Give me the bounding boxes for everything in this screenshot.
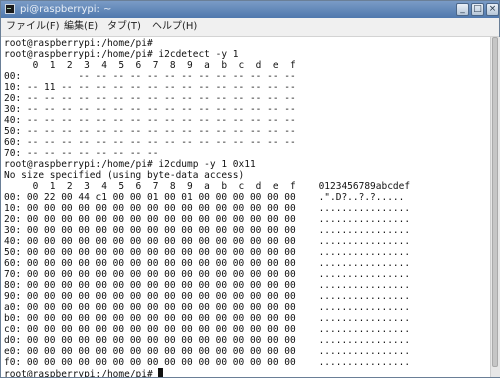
terminal-line: 10: -- 11 -- -- -- -- -- -- -- -- -- -- … — [4, 82, 296, 93]
terminal-line: d0: 00 00 00 00 00 00 00 00 00 00 00 00 … — [4, 335, 411, 346]
menu-tab[interactable]: タブ(T) — [105, 18, 143, 36]
text-cursor — [158, 368, 164, 377]
terminal-line: b0: 00 00 00 00 00 00 00 00 00 00 00 00 … — [4, 313, 411, 324]
terminal-line: 70: 00 00 00 00 00 00 00 00 00 00 00 00 … — [4, 269, 411, 280]
terminal-line: 40: -- -- -- -- -- -- -- -- -- -- -- -- … — [4, 115, 296, 126]
terminal-app-icon — [5, 4, 15, 14]
scrollbar-thumb[interactable] — [492, 37, 498, 367]
menu-file[interactable]: ファイル(F) — [4, 18, 62, 36]
menu-help[interactable]: ヘルプ(H) — [150, 18, 199, 36]
terminal-prompt: root@raspberrypi:/home/pi# — [4, 369, 159, 377]
terminal-line: e0: 00 00 00 00 00 00 00 00 00 00 00 00 … — [4, 346, 411, 357]
close-button[interactable]: × — [486, 3, 499, 16]
terminal-line: 20: -- -- -- -- -- -- -- -- -- -- -- -- … — [4, 93, 296, 104]
menu-bar: ファイル(F) 編集(E) タブ(T) ヘルプ(H) — [1, 18, 499, 37]
terminal-line: 60: -- -- -- -- -- -- -- -- -- -- -- -- … — [4, 137, 296, 148]
terminal-line: 80: 00 00 00 00 00 00 00 00 00 00 00 00 … — [4, 280, 411, 291]
window-title: pi@raspberrypi: ~ — [20, 4, 112, 15]
terminal-line: 0 1 2 3 4 5 6 7 8 9 a b c d e f 01234567… — [4, 181, 411, 192]
terminal-line: root@raspberrypi:/home/pi# i2cdump -y 1 … — [4, 159, 256, 170]
vertical-scrollbar[interactable] — [490, 37, 500, 377]
terminal-line: a0: 00 00 00 00 00 00 00 00 00 00 00 00 … — [4, 302, 411, 313]
maximize-button[interactable]: □ — [471, 3, 484, 16]
terminal-line: 0 1 2 3 4 5 6 7 8 9 a b c d e f — [4, 60, 296, 71]
terminal-line: 60: 00 00 00 00 00 00 00 00 00 00 00 00 … — [4, 258, 411, 269]
terminal-output[interactable]: root@raspberrypi:/home/pi# root@raspberr… — [1, 37, 490, 377]
terminal-line: 90: 00 00 00 00 00 00 00 00 00 00 00 00 … — [4, 291, 411, 302]
terminal-line: 00: -- -- -- -- -- -- -- -- -- -- -- -- … — [4, 71, 296, 82]
terminal-line: 20: 00 00 00 00 00 00 00 00 00 00 00 00 … — [4, 214, 411, 225]
terminal-line: root@raspberrypi:/home/pi# — [4, 38, 153, 49]
terminal-line: 30: 00 00 00 00 00 00 00 00 00 00 00 00 … — [4, 225, 411, 236]
terminal-line: No size specified (using byte-data acces… — [4, 170, 245, 181]
terminal-prompt-line[interactable]: root@raspberrypi:/home/pi# — [4, 368, 164, 377]
terminal-line: 30: -- -- -- -- -- -- -- -- -- -- -- -- … — [4, 104, 296, 115]
terminal-line: c0: 00 00 00 00 00 00 00 00 00 00 00 00 … — [4, 324, 411, 335]
title-bar[interactable]: pi@raspberrypi: ~ _ □ × — [1, 1, 499, 18]
terminal-line: 10: 00 00 00 00 00 00 00 00 00 00 00 00 … — [4, 203, 411, 214]
terminal-line: 50: 00 00 00 00 00 00 00 00 00 00 00 00 … — [4, 247, 411, 258]
terminal-line: 70: -- -- -- -- -- -- -- -- — [4, 148, 159, 159]
terminal-line: 40: 00 00 00 00 00 00 00 00 00 00 00 00 … — [4, 236, 411, 247]
terminal-line: root@raspberrypi:/home/pi# i2cdetect -y … — [4, 49, 239, 60]
menu-edit[interactable]: 編集(E) — [62, 18, 100, 36]
terminal-line: 00: 00 22 00 44 c1 00 00 01 00 01 00 00 … — [4, 192, 405, 203]
minimize-button[interactable]: _ — [456, 3, 469, 16]
terminal-line: f0: 00 00 00 00 00 00 00 00 00 00 00 00 … — [4, 357, 411, 368]
terminal-line: 50: -- -- -- -- -- -- -- -- -- -- -- -- … — [4, 126, 296, 137]
terminal-window: pi@raspberrypi: ~ _ □ × ファイル(F) 編集(E) タブ… — [0, 0, 500, 378]
